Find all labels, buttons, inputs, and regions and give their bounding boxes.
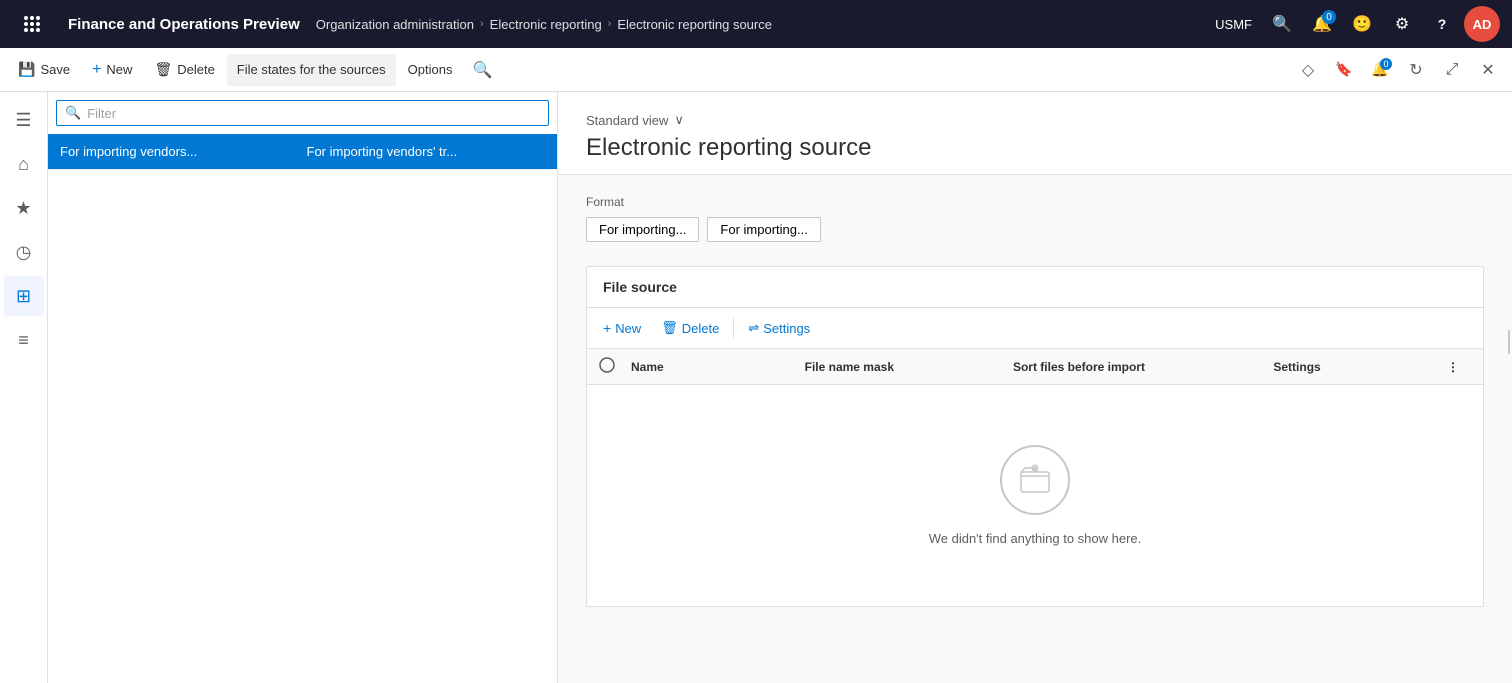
list-item-col1: For importing vendors... bbox=[60, 144, 299, 159]
sidebar-list-button[interactable]: ≡ bbox=[4, 320, 44, 360]
table-header: Name File name mask Sort files before im… bbox=[587, 349, 1483, 385]
file-source-new-button[interactable]: + New bbox=[595, 314, 649, 342]
sidebar-workspaces-button[interactable]: ⊞ bbox=[4, 276, 44, 316]
file-source-new-label: New bbox=[615, 321, 641, 336]
list-item[interactable]: For importing vendors... For importing v… bbox=[48, 134, 557, 170]
chevron-down-icon: ∨ bbox=[674, 112, 684, 128]
delete-label: Delete bbox=[177, 62, 215, 77]
format-section: Format For importing... For importing... bbox=[586, 195, 1484, 242]
command-search-button[interactable]: 🔍 bbox=[472, 60, 492, 80]
breadcrumb-current[interactable]: Electronic reporting source bbox=[617, 17, 772, 32]
filter-input[interactable] bbox=[87, 106, 540, 121]
file-states-button[interactable]: File states for the sources bbox=[227, 54, 396, 86]
bookmark-button[interactable]: 🔖 bbox=[1328, 54, 1360, 86]
new-button[interactable]: + New bbox=[82, 54, 142, 86]
sidebar-icons: ☰ ⌂ ★ ◷ ⊞ ≡ bbox=[0, 92, 48, 683]
detail-panel: Standard view ∨ Electronic reporting sou… bbox=[558, 92, 1512, 683]
resize-handle[interactable] bbox=[1506, 0, 1512, 683]
breadcrumb-org-admin[interactable]: Organization administration bbox=[316, 17, 474, 32]
save-icon: 💾 bbox=[18, 61, 35, 78]
file-source-section: File source + New 🗑 Delete ⇌ Settings bbox=[586, 266, 1484, 607]
command-bar: 💾 Save + New 🗑 Delete File states for th… bbox=[0, 48, 1512, 92]
format-tag-1[interactable]: For importing... bbox=[586, 217, 699, 242]
format-label: Format bbox=[586, 195, 1484, 209]
view-selector[interactable]: Standard view ∨ bbox=[586, 112, 1484, 128]
cmd-badge: 0 bbox=[1380, 58, 1392, 70]
top-nav-bar: Finance and Operations Preview Organizat… bbox=[0, 0, 1512, 48]
col-header-more: ⋮ bbox=[1447, 360, 1471, 374]
file-source-header: File source bbox=[587, 267, 1483, 308]
sidebar-home-button[interactable]: ⌂ bbox=[4, 144, 44, 184]
breadcrumb: Organization administration › Electronic… bbox=[316, 17, 1207, 32]
sidebar-menu-button[interactable]: ☰ bbox=[4, 100, 44, 140]
search-button[interactable]: 🔍 bbox=[1264, 6, 1300, 42]
close-button[interactable]: ✕ bbox=[1472, 54, 1504, 86]
empty-folder-icon bbox=[1000, 445, 1070, 515]
settings-icon: ⇌ bbox=[748, 320, 759, 336]
company-label: USMF bbox=[1207, 17, 1260, 32]
save-label: Save bbox=[40, 62, 70, 77]
feedback-button[interactable]: 🙂 bbox=[1344, 6, 1380, 42]
table-select-all[interactable] bbox=[599, 357, 631, 376]
file-source-delete-label: Delete bbox=[682, 321, 720, 336]
filter-input-wrap: 🔍 bbox=[56, 100, 549, 126]
notifications-button[interactable]: 🔔 0 bbox=[1304, 6, 1340, 42]
list-items: For importing vendors... For importing v… bbox=[48, 134, 557, 683]
app-grid-icon bbox=[24, 16, 40, 32]
col-header-sort: Sort files before import bbox=[1013, 360, 1273, 374]
delete-button[interactable]: 🗑 Delete bbox=[144, 54, 224, 86]
detail-content: Format For importing... For importing...… bbox=[558, 175, 1512, 683]
empty-state: We didn't find anything to show here. bbox=[587, 385, 1483, 606]
file-source-delete-button[interactable]: 🗑 Delete bbox=[653, 314, 727, 342]
breadcrumb-sep-2: › bbox=[608, 18, 612, 30]
new-icon: + bbox=[92, 61, 101, 79]
command-bar-right: ◇ 🔖 🔔 0 ↻ ⤢ ✕ bbox=[1292, 54, 1504, 86]
command-search-icon: 🔍 bbox=[472, 62, 492, 79]
notification-badge: 0 bbox=[1322, 10, 1336, 24]
col-header-settings: Settings bbox=[1273, 360, 1447, 374]
delete-icon: 🗑 bbox=[154, 61, 172, 78]
save-button[interactable]: 💾 Save bbox=[8, 54, 80, 86]
app-title: Finance and Operations Preview bbox=[52, 16, 316, 33]
delete-icon: 🗑 bbox=[661, 320, 678, 336]
breadcrumb-sep-1: › bbox=[480, 18, 484, 30]
badge-button[interactable]: 🔔 0 bbox=[1364, 54, 1396, 86]
list-panel: 🔍 For importing vendors... For importing… bbox=[48, 92, 558, 683]
settings-button[interactable]: ⚙ bbox=[1384, 6, 1420, 42]
page-title: Electronic reporting source bbox=[586, 134, 1484, 162]
top-bar-right: USMF 🔍 🔔 0 🙂 ⚙ ? AD bbox=[1207, 6, 1500, 42]
empty-text: We didn't find anything to show here. bbox=[929, 531, 1142, 546]
avatar[interactable]: AD bbox=[1464, 6, 1500, 42]
file-source-toolbar: + New 🗑 Delete ⇌ Settings bbox=[587, 308, 1483, 349]
col-header-name: Name bbox=[631, 360, 805, 374]
options-button[interactable]: Options bbox=[398, 54, 463, 86]
breadcrumb-electronic-reporting[interactable]: Electronic reporting bbox=[490, 17, 602, 32]
app-menu-button[interactable] bbox=[12, 4, 52, 44]
main-layout: ☰ ⌂ ★ ◷ ⊞ ≡ 🔍 For importing vendors... F… bbox=[0, 92, 1512, 683]
format-tag-2[interactable]: For importing... bbox=[707, 217, 820, 242]
filter-search-icon: 🔍 bbox=[65, 105, 81, 121]
refresh-button[interactable]: ↻ bbox=[1400, 54, 1432, 86]
list-filter-area: 🔍 bbox=[48, 92, 557, 134]
format-tags: For importing... For importing... bbox=[586, 217, 1484, 242]
file-source-settings-button[interactable]: ⇌ Settings bbox=[740, 314, 818, 342]
new-icon: + bbox=[603, 320, 611, 336]
detail-header: Standard view ∨ Electronic reporting sou… bbox=[558, 92, 1512, 175]
sidebar-favorites-button[interactable]: ★ bbox=[4, 188, 44, 228]
file-source-settings-label: Settings bbox=[763, 321, 810, 336]
options-label: Options bbox=[408, 62, 453, 77]
col-header-mask: File name mask bbox=[805, 360, 1013, 374]
sidebar-recent-button[interactable]: ◷ bbox=[4, 232, 44, 272]
help-button[interactable]: ? bbox=[1424, 6, 1460, 42]
file-states-label: File states for the sources bbox=[237, 62, 386, 77]
personalize-button[interactable]: ◇ bbox=[1292, 54, 1324, 86]
list-item-col2: For importing vendors' tr... bbox=[307, 144, 546, 159]
expand-button[interactable]: ⤢ bbox=[1436, 54, 1468, 86]
view-selector-label: Standard view bbox=[586, 113, 668, 128]
fs-separator bbox=[733, 318, 734, 338]
new-label: New bbox=[106, 62, 132, 77]
